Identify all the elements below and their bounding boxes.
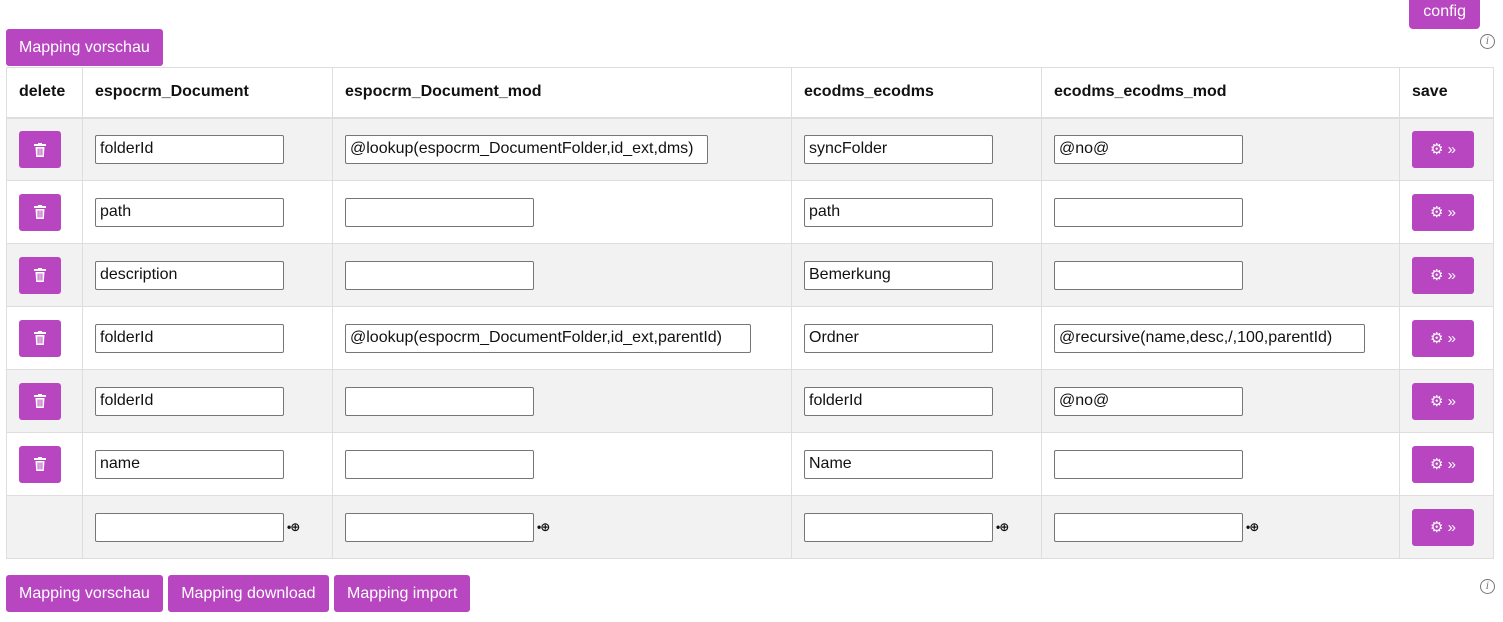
add-circle-icon[interactable]: •⊕: [1246, 520, 1259, 534]
espocrm-document-mod-field[interactable]: [345, 323, 751, 353]
ecodms-ecodms-mod-field[interactable]: [1054, 134, 1243, 164]
save-new-button[interactable]: ⚙ »: [1412, 508, 1474, 546]
trash-icon: [34, 142, 46, 157]
add-circle-icon[interactable]: •⊕: [537, 520, 550, 534]
delete-button[interactable]: [19, 193, 61, 231]
bottom-toolbar: Mapping vorschau Mapping download Mappin…: [6, 575, 471, 612]
info-icon[interactable]: i: [1480, 579, 1495, 594]
save-button[interactable]: ⚙ »: [1412, 445, 1474, 483]
table-row: ⚙ »: [6, 243, 1494, 307]
gear-icon: ⚙: [1430, 392, 1444, 410]
column-header-ecodms-ecodms-mod: ecodms_ecodms_mod: [1041, 67, 1400, 119]
double-chevron-right-icon: »: [1447, 140, 1456, 158]
table-row: ⚙ »: [6, 369, 1494, 433]
double-chevron-right-icon: »: [1447, 203, 1456, 221]
espocrm-document-field[interactable]: [95, 260, 284, 290]
info-icon[interactable]: i: [1480, 34, 1495, 49]
ecodms-ecodms-field[interactable]: [804, 449, 993, 479]
delete-button[interactable]: [19, 130, 61, 168]
ecodms-ecodms-field[interactable]: [804, 134, 993, 164]
add-circle-icon[interactable]: •⊕: [287, 520, 300, 534]
column-header-delete: delete: [6, 67, 83, 119]
column-header-espocrm-document-mod: espocrm_Document_mod: [332, 67, 792, 119]
trash-icon: [34, 394, 46, 409]
ecodms-ecodms-field[interactable]: [804, 197, 993, 227]
table-row: ⚙ »: [6, 306, 1494, 370]
delete-button[interactable]: [19, 319, 61, 357]
ecodms-ecodms-field[interactable]: [804, 386, 993, 416]
gear-icon: ⚙: [1430, 518, 1444, 536]
column-header-espocrm-document: espocrm_Document: [82, 67, 333, 119]
gear-icon: ⚙: [1430, 329, 1444, 347]
ecodms-ecodms-field[interactable]: [804, 323, 993, 353]
mapping-table: delete espocrm_Document espocrm_Document…: [6, 67, 1494, 559]
ecodms-ecodms-mod-field[interactable]: [1054, 449, 1243, 479]
column-header-ecodms-ecodms: ecodms_ecodms: [791, 67, 1042, 119]
espocrm-document-mod-field[interactable]: [345, 449, 534, 479]
ecodms-ecodms-field[interactable]: [804, 260, 993, 290]
column-header-save: save: [1399, 67, 1494, 119]
trash-icon: [34, 331, 46, 346]
espocrm-document-mod-field[interactable]: [345, 260, 534, 290]
mapping-preview-bottom-button[interactable]: Mapping vorschau: [6, 575, 163, 612]
ecodms-ecodms-mod-field[interactable]: [1054, 260, 1243, 290]
table-row: ⚙ »: [6, 180, 1494, 244]
table-header-row: delete espocrm_Document espocrm_Document…: [6, 67, 1494, 119]
ecodms-ecodms-mod-field[interactable]: [1054, 323, 1365, 353]
save-button[interactable]: ⚙ »: [1412, 193, 1474, 231]
espocrm-document-mod-field[interactable]: [345, 386, 534, 416]
delete-button[interactable]: [19, 256, 61, 294]
delete-button[interactable]: [19, 445, 61, 483]
save-button[interactable]: ⚙ »: [1412, 130, 1474, 168]
gear-icon: ⚙: [1430, 140, 1444, 158]
espocrm-document-field[interactable]: [95, 449, 284, 479]
espocrm-document-field[interactable]: [95, 323, 284, 353]
double-chevron-right-icon: »: [1447, 392, 1456, 410]
config-button[interactable]: config: [1409, 0, 1480, 29]
add-circle-icon[interactable]: •⊕: [996, 520, 1009, 534]
new-espocrm-document-field[interactable]: [95, 512, 284, 542]
new-espocrm-document-mod-field[interactable]: [345, 512, 534, 542]
trash-icon: [34, 457, 46, 472]
mapping-import-button[interactable]: Mapping import: [333, 575, 471, 612]
double-chevron-right-icon: »: [1447, 266, 1456, 284]
espocrm-document-field[interactable]: [95, 197, 284, 227]
table-row: ⚙ »: [6, 117, 1494, 181]
mapping-preview-button[interactable]: Mapping vorschau: [6, 29, 163, 66]
double-chevron-right-icon: »: [1447, 518, 1456, 536]
espocrm-document-field[interactable]: [95, 386, 284, 416]
gear-icon: ⚙: [1430, 455, 1444, 473]
espocrm-document-field[interactable]: [95, 134, 284, 164]
ecodms-ecodms-mod-field[interactable]: [1054, 386, 1243, 416]
new-ecodms-ecodms-mod-field[interactable]: [1054, 512, 1243, 542]
espocrm-document-mod-field[interactable]: [345, 134, 708, 164]
trash-icon: [34, 268, 46, 283]
save-button[interactable]: ⚙ »: [1412, 256, 1474, 294]
save-button[interactable]: ⚙ »: [1412, 382, 1474, 420]
gear-icon: ⚙: [1430, 203, 1444, 221]
new-mapping-row: •⊕ •⊕ •⊕ •⊕ ⚙ »: [6, 495, 1494, 559]
double-chevron-right-icon: »: [1447, 455, 1456, 473]
trash-icon: [34, 205, 46, 220]
ecodms-ecodms-mod-field[interactable]: [1054, 197, 1243, 227]
delete-button[interactable]: [19, 382, 61, 420]
mapping-download-button[interactable]: Mapping download: [168, 575, 329, 612]
table-row: ⚙ »: [6, 432, 1494, 496]
gear-icon: ⚙: [1430, 266, 1444, 284]
save-button[interactable]: ⚙ »: [1412, 319, 1474, 357]
double-chevron-right-icon: »: [1447, 329, 1456, 347]
new-ecodms-ecodms-field[interactable]: [804, 512, 993, 542]
espocrm-document-mod-field[interactable]: [345, 197, 534, 227]
